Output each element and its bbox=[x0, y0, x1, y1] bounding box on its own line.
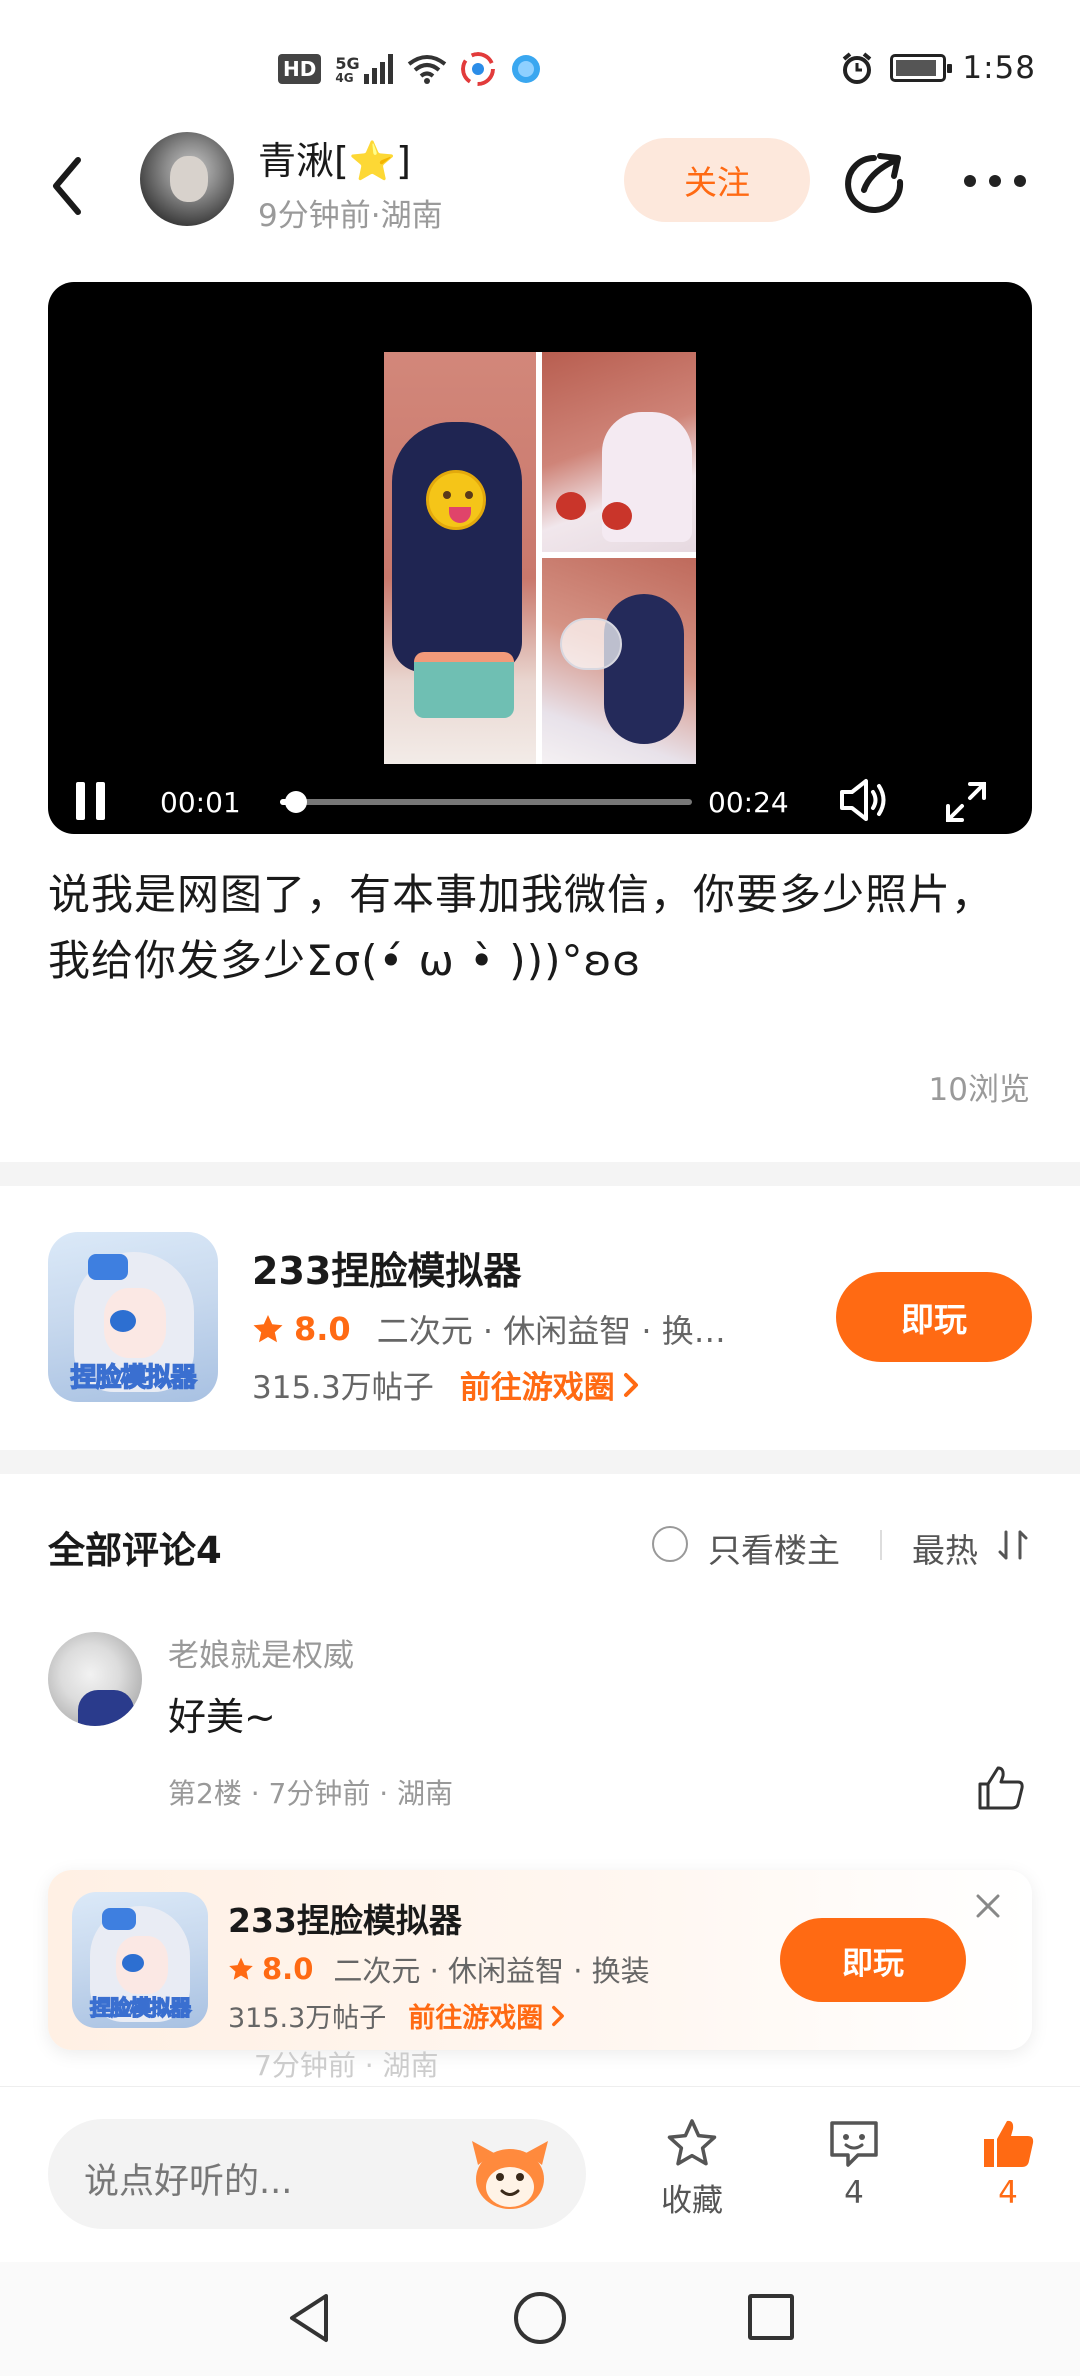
game-posts-row: 315.3万帖子 前往游戏圈 bbox=[228, 1996, 565, 2035]
follow-button[interactable]: 关注 bbox=[624, 138, 810, 222]
video-image-panel bbox=[384, 352, 536, 764]
game-posts-row: 315.3万帖子 前往游戏圈 bbox=[252, 1362, 639, 1407]
game-tags: 二次元 · 休闲益智 · 换… bbox=[376, 1312, 726, 1350]
commenter-name[interactable]: 老娘就是权威 bbox=[168, 1630, 354, 1675]
chevron-right-icon bbox=[623, 1372, 638, 1397]
duration: 00:24 bbox=[708, 786, 789, 819]
commenter-avatar[interactable] bbox=[48, 1632, 142, 1726]
star-icon bbox=[229, 1957, 253, 1980]
status-right: 1:58 bbox=[840, 50, 1036, 86]
hidden-comment-meta: 7分钟前 · 湖南 bbox=[254, 2049, 439, 2082]
alarm-icon bbox=[843, 52, 872, 84]
star-outline-icon bbox=[667, 2119, 717, 2166]
view-count: 10浏览 bbox=[928, 1072, 1030, 1108]
like-count: 4 bbox=[998, 2175, 1018, 2211]
sort-icon[interactable] bbox=[998, 1528, 1028, 1562]
share-icon[interactable] bbox=[842, 150, 906, 214]
progress-bar[interactable] bbox=[280, 791, 692, 813]
collect-button[interactable]: 收藏 bbox=[632, 2117, 752, 2220]
wifi-icon bbox=[407, 55, 446, 84]
thumbs-up-icon[interactable] bbox=[976, 1764, 1026, 1812]
nav-home-icon[interactable] bbox=[514, 2292, 566, 2344]
chevron-right-icon bbox=[552, 2005, 565, 2026]
comment-count-button[interactable]: 4 bbox=[794, 2117, 914, 2211]
comment-bubble-icon bbox=[830, 2121, 878, 2167]
post-meta: 9分钟前·湖南 bbox=[258, 198, 443, 234]
comment-text: 好美~ bbox=[168, 1695, 276, 1739]
radio-icon[interactable] bbox=[652, 1526, 688, 1562]
comment-meta: 第2楼 · 7分钟前 · 湖南 bbox=[168, 1777, 454, 1810]
post-content: 说我是网图了，有本事加我微信，你要多少照片，我给你发多少Σσ(•́ ω •̀ )… bbox=[48, 870, 995, 985]
status-bar: HD 5G 4G 1:58 bbox=[0, 0, 1080, 130]
play-game-button[interactable]: 即玩 bbox=[836, 1272, 1032, 1362]
volume-icon[interactable] bbox=[838, 778, 890, 822]
battery-icon bbox=[890, 54, 953, 82]
game-icon-text: 捏脸模拟器 bbox=[70, 1362, 198, 1394]
comment-count: 4 bbox=[844, 2175, 864, 2211]
close-icon[interactable] bbox=[972, 1890, 1004, 1922]
goto-link-label: 前往游戏圈 bbox=[459, 1370, 615, 1406]
clock: 1:58 bbox=[962, 50, 1036, 86]
progress-handle[interactable] bbox=[285, 791, 308, 813]
comments-title: 全部评论4 bbox=[48, 1529, 222, 1572]
app-notification-icon bbox=[460, 52, 495, 86]
game-tags: 二次元 · 休闲益智 · 换装 bbox=[333, 1954, 650, 1988]
mascot-emoji-icon[interactable] bbox=[468, 2135, 552, 2213]
game-post-count: 315.3万帖子 bbox=[228, 2003, 387, 2034]
hd-badge: HD bbox=[278, 54, 322, 84]
goto-game-circle-link[interactable]: 前往游戏圈 bbox=[460, 1362, 639, 1407]
status-left: HD 5G 4G bbox=[278, 52, 543, 86]
game-icon-text: 捏脸模拟器 bbox=[89, 1995, 192, 2021]
video-image-panel bbox=[542, 558, 696, 764]
current-time: 00:01 bbox=[160, 786, 241, 819]
floating-game-card[interactable]: 捏脸模拟器 233捏脸模拟器 8.0 二次元 · 休闲益智 · 换装 315.3… bbox=[48, 1870, 1032, 2050]
comment-placeholder: 说点好听的... bbox=[84, 2162, 293, 2202]
emoji-sticker-icon bbox=[426, 470, 486, 530]
author-name[interactable]: 青湫[⭐] bbox=[258, 130, 411, 185]
game-rating-row: 8.0 二次元 · 休闲益智 · 换装 bbox=[228, 1948, 650, 1990]
video-image-panel bbox=[542, 352, 696, 552]
bottom-action-bar: 说点好听的... 收藏 4 4 bbox=[0, 2086, 1080, 2262]
game-icon[interactable]: 捏脸模拟器 bbox=[48, 1232, 218, 1402]
section-divider bbox=[0, 1450, 1080, 1474]
video-frame bbox=[384, 352, 696, 764]
network-subtype: 4G bbox=[335, 71, 354, 85]
browser-notification-icon bbox=[511, 55, 540, 83]
sort-hot-button[interactable]: 最热 bbox=[912, 1524, 978, 1572]
like-button[interactable]: 4 bbox=[948, 2117, 1068, 2211]
network-type: 5G bbox=[335, 54, 360, 73]
collect-label: 收藏 bbox=[661, 2183, 723, 2219]
cellular-signal-icon: 5G 4G bbox=[335, 54, 393, 85]
section-divider bbox=[0, 1162, 1080, 1186]
thumbs-up-filled-icon bbox=[984, 2120, 1034, 2167]
game-rating: 8.0 bbox=[294, 1310, 351, 1348]
nav-recents-icon[interactable] bbox=[748, 2294, 794, 2340]
game-title[interactable]: 233捏脸模拟器 bbox=[252, 1240, 521, 1295]
play-game-button[interactable]: 即玩 bbox=[780, 1918, 966, 2002]
video-player[interactable]: 00:01 00:24 bbox=[48, 282, 1032, 834]
goto-link-label: 前往游戏圈 bbox=[408, 2003, 544, 2034]
back-arrow-icon[interactable] bbox=[44, 152, 92, 220]
nav-back-icon[interactable] bbox=[284, 2290, 334, 2346]
game-title[interactable]: 233捏脸模拟器 bbox=[228, 1894, 462, 1942]
author-avatar[interactable] bbox=[140, 132, 234, 226]
goto-game-circle-link[interactable]: 前往游戏圈 bbox=[408, 1996, 565, 2035]
sort-divider bbox=[880, 1530, 882, 1560]
star-icon bbox=[253, 1315, 283, 1343]
video-controls: 00:01 00:24 bbox=[48, 772, 1032, 824]
more-options-icon[interactable] bbox=[964, 166, 1026, 196]
pause-icon[interactable] bbox=[76, 782, 106, 820]
game-rating-row: 8.0 二次元 · 休闲益智 · 换… bbox=[252, 1306, 726, 1352]
game-rating: 8.0 bbox=[262, 1952, 314, 1986]
only-host-filter[interactable]: 只看楼主 bbox=[708, 1524, 840, 1572]
comment-input[interactable]: 说点好听的... bbox=[48, 2119, 586, 2229]
system-nav-bar bbox=[0, 2262, 1080, 2376]
fullscreen-icon[interactable] bbox=[944, 780, 988, 824]
game-icon[interactable]: 捏脸模拟器 bbox=[72, 1892, 208, 2028]
game-post-count: 315.3万帖子 bbox=[252, 1370, 434, 1406]
